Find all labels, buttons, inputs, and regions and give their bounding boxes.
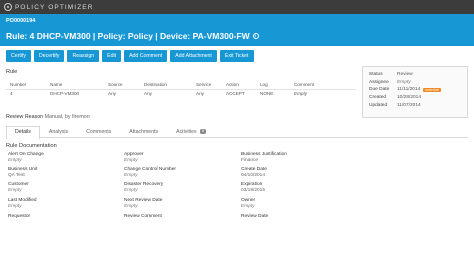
detail-tabs: Details Analysis Comments Attachments Ac…: [6, 126, 468, 139]
column-header: Log: [256, 80, 290, 90]
table-cell: 4: [10, 91, 13, 97]
tab-activities-label: Activities: [176, 129, 197, 135]
field-value: Empty: [124, 204, 138, 209]
tab-analysis[interactable]: Analysis: [40, 126, 77, 138]
created-label: Created: [369, 95, 387, 101]
assignee-value: Empty: [397, 79, 411, 85]
column-header: Number: [6, 80, 46, 90]
column-header: Service: [192, 80, 222, 90]
field-value: Empty: [8, 158, 22, 163]
table-row[interactable]: 4 DHCP-VM300 Any Any Any ACCEPT NONE Emp…: [6, 89, 356, 98]
assignee-row: Assignee Empty: [369, 79, 461, 87]
doc-field-next-review-date: Next Review Date Empty: [124, 198, 162, 210]
due-date-label: Due Date: [369, 87, 390, 93]
doc-field-expiration: Expiration 03/19/2015: [241, 182, 265, 194]
review-reason-value: Manual, by firemon: [44, 114, 90, 120]
column-header: Destination: [140, 80, 192, 90]
doc-field-customer: Customer Empty: [8, 182, 29, 194]
review-reason: Review Reason Manual, by firemon: [6, 114, 90, 120]
top-bar: POLICY OPTIMIZER: [0, 0, 474, 14]
doc-field-create-date: Create Date 04/10/2014: [241, 167, 267, 179]
table-cell: Any: [144, 91, 152, 97]
column-header: Name: [46, 80, 104, 90]
app-logo-text: POLICY OPTIMIZER: [15, 3, 94, 11]
doc-field-last-modified: Last Modified Empty: [8, 198, 37, 210]
table-cell: ACCEPT: [226, 91, 245, 97]
doc-field-business-justification: Business Justification Finance: [241, 152, 287, 164]
column-header: Comment: [290, 80, 356, 90]
page-title: Rule: 4 DHCP-VM300 | Policy: Policy | De…: [6, 31, 468, 41]
field-value: Empty: [8, 204, 22, 209]
tab-comments[interactable]: Comments: [77, 126, 120, 138]
overdue-badge: overdue: [423, 87, 442, 92]
certify-button[interactable]: Certify: [6, 50, 31, 62]
field-value: 04/10/2014: [241, 173, 266, 178]
table-cell: NONE: [260, 91, 274, 97]
column-header: Source: [104, 80, 140, 90]
field-value: Empty: [124, 158, 138, 163]
field-value: Empty: [124, 188, 138, 193]
decertify-button[interactable]: Decertify: [34, 50, 65, 62]
doc-field-review-date: Review Date: [241, 214, 268, 220]
doc-field-review-comment: Review Comment: [124, 214, 162, 220]
field-value: QA Test: [8, 173, 25, 178]
table-cell: Any: [196, 91, 204, 97]
rule-table: Number Name Source Destination Service A…: [6, 80, 356, 98]
ticket-status-panel: Status Review Assignee Empty Due Date 11…: [362, 66, 468, 118]
exit-ticket-button[interactable]: Exit Ticket: [219, 50, 254, 62]
table-cell: Empty: [294, 91, 308, 97]
status-row: Status Review: [369, 71, 461, 79]
field-value: 03/19/2015: [241, 188, 266, 193]
action-toolbar: Certify Decertify Reassign Edit Add Comm…: [6, 50, 254, 62]
updated-value: 11/07/2014: [397, 102, 421, 108]
tab-activities[interactable]: Activities 8: [167, 126, 215, 138]
updated-label: Updated: [369, 102, 388, 108]
doc-field-requestor: Requestor: [8, 214, 30, 220]
edit-button[interactable]: Edit: [102, 50, 122, 62]
table-header-row: Number Name Source Destination Service A…: [6, 80, 356, 90]
due-date-row: Due Date 11/11/2014 overdue: [369, 86, 461, 94]
doc-field-approver: Approver Empty: [124, 152, 143, 164]
doc-field-disaster-recovery: Disaster Recovery Empty: [124, 182, 163, 194]
doc-field-alert-on-change: Alert On Change Empty: [8, 152, 44, 164]
doc-field-change-control-number: Change Control Number Empty: [124, 167, 176, 179]
tab-details[interactable]: Details: [6, 126, 40, 139]
created-value: 10/28/2014: [397, 95, 422, 101]
table-cell: Any: [108, 91, 116, 97]
info-icon[interactable]: i: [252, 33, 259, 39]
field-value: Empty: [241, 204, 255, 209]
assignee-label: Assignee: [369, 79, 389, 85]
field-value: Empty: [124, 173, 138, 178]
add-attachment-button[interactable]: Add Attachment: [170, 50, 217, 62]
add-comment-button[interactable]: Add Comment: [124, 50, 168, 62]
activities-count-badge: 8: [200, 129, 207, 135]
review-reason-label: Review Reason: [6, 114, 44, 120]
rule-documentation-title: Rule Documentation: [6, 143, 57, 149]
field-value: Empty: [8, 188, 22, 193]
rule-title-text: Rule: 4 DHCP-VM300 | Policy: Policy | De…: [6, 31, 250, 41]
updated-row: Updated 11/07/2014: [369, 101, 461, 109]
table-cell: DHCP-VM300: [50, 91, 80, 97]
tab-attachments[interactable]: Attachments: [120, 126, 167, 138]
status-label: Status: [369, 72, 383, 78]
created-row: Created 10/28/2014: [369, 94, 461, 102]
rule-section-title: Rule: [6, 69, 18, 75]
column-header: Action: [222, 80, 256, 90]
doc-field-business-unit: Business Unit QA Test: [8, 167, 37, 179]
field-label: Requestor: [8, 214, 31, 219]
field-label: Review Date: [241, 214, 269, 219]
reassign-button[interactable]: Reassign: [67, 50, 100, 62]
field-label: Review Comment: [124, 214, 162, 219]
due-date-value: 11/11/2014: [397, 87, 421, 93]
field-value: Finance: [241, 158, 259, 163]
status-value: Review: [397, 72, 413, 78]
policy-id: PO0000194: [6, 18, 36, 24]
doc-field-owner: Owner Empty: [241, 198, 255, 210]
ticket-header: PO0000194 Rule: 4 DHCP-VM300 | Policy: P…: [0, 14, 474, 46]
logo-icon: [4, 3, 12, 11]
